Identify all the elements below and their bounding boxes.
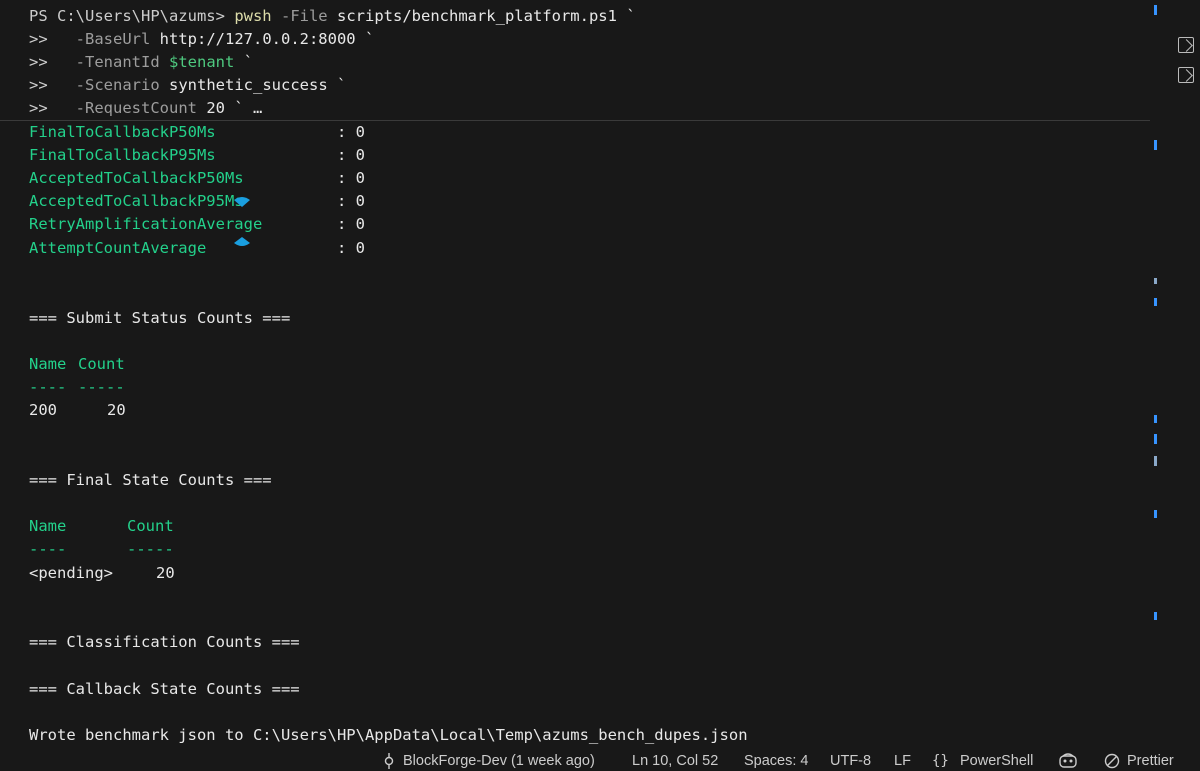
copilot-icon[interactable] — [1058, 752, 1078, 770]
scenario-flag: -Scenario — [75, 76, 160, 94]
section-heading: === Classification Counts === — [29, 633, 300, 651]
git-commit-icon — [384, 753, 394, 769]
command-line-3: >> -TenantId $tenant ` — [29, 51, 253, 74]
scrollbar-marker — [1154, 298, 1157, 306]
metric-name: RetryAmplificationAverage — [29, 215, 263, 233]
language-braces-icon: {} — [932, 753, 949, 769]
metric-value: : 0 — [337, 215, 365, 233]
scrollbar-marker — [1154, 434, 1157, 444]
line-continuation: ` — [337, 76, 347, 94]
line-continuation: ` — [626, 7, 636, 25]
scrollbar-marker — [1154, 415, 1157, 423]
column-header-name: Name — [29, 517, 67, 535]
scrollbar-marker — [1154, 456, 1157, 466]
column-rule: ----- — [78, 378, 125, 396]
file-flag: -File — [280, 7, 328, 25]
scrollbar-marker — [1154, 510, 1157, 518]
command-line-4: >> -Scenario synthetic_success ` — [29, 74, 346, 97]
column-header-count: Count — [78, 355, 125, 373]
metric-value: : 0 — [337, 123, 365, 141]
scrollbar-marker — [1154, 5, 1157, 15]
column-header-count: Count — [127, 517, 174, 535]
decoration-marker-icon — [234, 237, 250, 246]
terminal-tabs-panel — [1172, 0, 1200, 750]
output-written-line: Wrote benchmark json to C:\Users\HP\AppD… — [29, 726, 748, 744]
tenant-value: $tenant — [169, 53, 235, 71]
metric-value: : 0 — [337, 192, 365, 210]
section-heading: === Submit Status Counts === — [29, 309, 291, 327]
metric-value: : 0 — [337, 146, 365, 164]
metric-name: FinalToCallbackP95Ms — [29, 146, 216, 164]
encoding-status[interactable]: UTF-8 — [830, 751, 871, 771]
terminal-panel[interactable]: PS C:\Users\HP\azums> pwsh -File scripts… — [0, 0, 1150, 750]
column-rule: ---- — [29, 378, 67, 396]
scenario-value: synthetic_success — [169, 76, 328, 94]
metric-value: : 0 — [337, 239, 365, 257]
continuation-prompt: >> — [29, 76, 48, 94]
status-bar: BlockForge-Dev (1 week ago) Ln 10, Col 5… — [0, 750, 1200, 771]
prettier-check-icon — [1104, 753, 1120, 769]
file-value: scripts/benchmark_platform.ps1 — [337, 7, 617, 25]
metric-name: AcceptedToCallbackP50Ms — [29, 169, 244, 187]
command-line-5: >> -RequestCount 20 ` … — [29, 97, 262, 120]
metric-name: AcceptedToCallbackP95Ms — [29, 192, 244, 210]
command-line-2: >> -BaseUrl http://127.0.0.2:8000 ` — [29, 28, 374, 51]
table-cell-name: <pending> — [29, 564, 113, 582]
table-cell-name: 200 — [29, 401, 57, 419]
indentation-status[interactable]: Spaces: 4 — [744, 751, 809, 771]
scrollbar-marker — [1154, 278, 1157, 284]
request-count-value: 20 — [206, 99, 226, 117]
terminal-tab-icon[interactable] — [1178, 67, 1194, 83]
cursor-position-status[interactable]: Ln 10, Col 52 — [632, 751, 718, 771]
truncation-marker: ` … — [234, 99, 263, 117]
continuation-prompt: >> — [29, 30, 48, 48]
scrollbar-marker — [1154, 140, 1157, 150]
section-heading: === Final State Counts === — [29, 471, 272, 489]
eol-status[interactable]: LF — [894, 751, 911, 771]
base-url-value: http://127.0.0.2:8000 — [159, 30, 356, 48]
metric-name: AttemptCountAverage — [29, 239, 207, 257]
command-line-1: PS C:\Users\HP\azums> pwsh -File scripts… — [29, 5, 636, 28]
table-cell-count: 20 — [156, 564, 175, 582]
column-rule: ---- — [29, 540, 67, 558]
line-continuation: ` — [243, 53, 254, 71]
tenant-flag: -TenantId — [75, 53, 160, 71]
metric-value: : 0 — [337, 169, 365, 187]
section-heading: === Callback State Counts === — [29, 680, 300, 698]
formatter-status[interactable]: Prettier — [1127, 751, 1174, 771]
language-mode-status[interactable]: PowerShell — [960, 751, 1033, 771]
base-url-flag: -BaseUrl — [75, 30, 151, 48]
table-cell-count: 20 — [107, 401, 126, 419]
terminal-scrollbar[interactable] — [1153, 0, 1161, 750]
continuation-prompt: >> — [29, 53, 48, 71]
metric-name: FinalToCallbackP50Ms — [29, 123, 216, 141]
line-continuation: ` — [364, 30, 375, 48]
column-rule: ----- — [127, 540, 174, 558]
column-header-name: Name — [29, 355, 67, 373]
scrollbar-marker — [1154, 612, 1157, 620]
decoration-marker-icon — [234, 197, 250, 207]
continuation-prompt: >> — [29, 99, 48, 117]
git-blame-status[interactable]: BlockForge-Dev (1 week ago) — [403, 751, 595, 771]
prompt: PS C:\Users\HP\azums> — [29, 7, 225, 25]
pwsh-exe: pwsh — [234, 7, 272, 25]
request-count-flag: -RequestCount — [75, 99, 197, 117]
terminal-tab-icon[interactable] — [1178, 37, 1194, 53]
